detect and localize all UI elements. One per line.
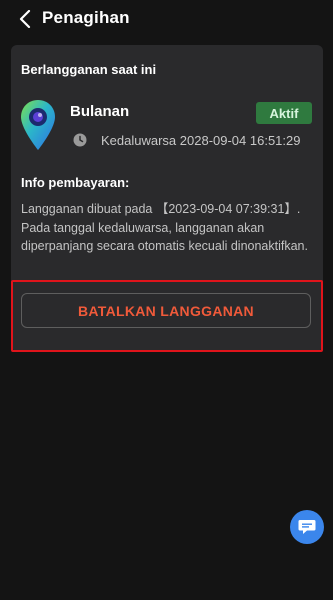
- expiry-date: Kedaluwarsa 2028-09-04 16:51:29: [101, 133, 301, 148]
- page-title: Penagihan: [42, 8, 130, 27]
- map-pin-globe-icon: [21, 100, 55, 150]
- current-subscription-heading: Berlangganan saat ini: [21, 62, 157, 77]
- header-bar: Penagihan: [0, 0, 333, 38]
- clock-icon: [73, 133, 87, 147]
- back-button[interactable]: [15, 9, 35, 29]
- chat-support-button[interactable]: [290, 510, 324, 544]
- cancel-subscription-button[interactable]: BATALKAN LANGGANAN: [21, 293, 311, 328]
- subscription-card: Berlangganan saat ini Bulanan Aktif Keda…: [11, 45, 323, 352]
- payment-info-heading: Info pembayaran:: [21, 175, 130, 190]
- status-badge: Aktif: [256, 102, 312, 124]
- chevron-left-icon: [19, 10, 31, 28]
- plan-name: Bulanan: [70, 103, 130, 120]
- chat-bubble-icon: [298, 520, 316, 534]
- payment-info-text: Langganan dibuat pada 【2023-09-04 07:39:…: [21, 202, 308, 254]
